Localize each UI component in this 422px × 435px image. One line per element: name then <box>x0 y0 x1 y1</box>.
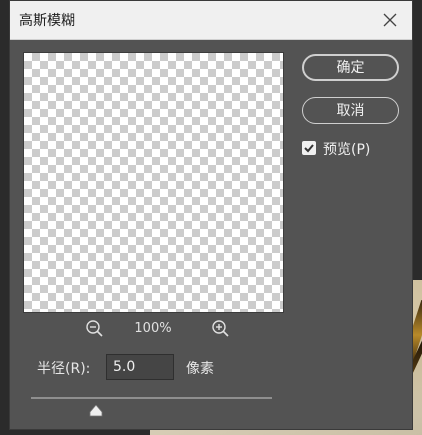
radius-unit: 像素 <box>186 361 214 377</box>
preview-checkbox-label: 预览(P) <box>323 142 371 158</box>
zoom-in-button[interactable] <box>211 319 231 339</box>
radius-slider-thumb[interactable] <box>89 402 103 417</box>
radius-slider-track[interactable] <box>31 397 272 399</box>
preview-canvas[interactable] <box>23 52 284 313</box>
ok-button[interactable]: 确定 <box>302 54 399 81</box>
radius-label: 半径(R): <box>37 361 91 377</box>
zoom-controls: 100% <box>23 319 282 341</box>
close-button[interactable] <box>380 10 400 30</box>
zoom-in-icon <box>212 320 229 337</box>
radius-input[interactable] <box>106 354 174 380</box>
triangle-up-icon <box>89 404 103 417</box>
zoom-out-button[interactable] <box>85 319 105 339</box>
zoom-out-icon <box>86 320 103 337</box>
checkmark-icon <box>304 144 314 153</box>
cancel-button[interactable]: 取消 <box>302 97 399 124</box>
preview-checkbox-box[interactable] <box>302 141 316 155</box>
dialog-titlebar[interactable]: 高斯模糊 <box>10 1 412 40</box>
close-icon <box>383 13 397 27</box>
gaussian-blur-dialog: 高斯模糊 100% 确定 取消 预览(P) 半径(R): 5.0 像素 <box>9 0 413 430</box>
dialog-title: 高斯模糊 <box>19 13 75 29</box>
zoom-level: 100% <box>134 321 172 336</box>
